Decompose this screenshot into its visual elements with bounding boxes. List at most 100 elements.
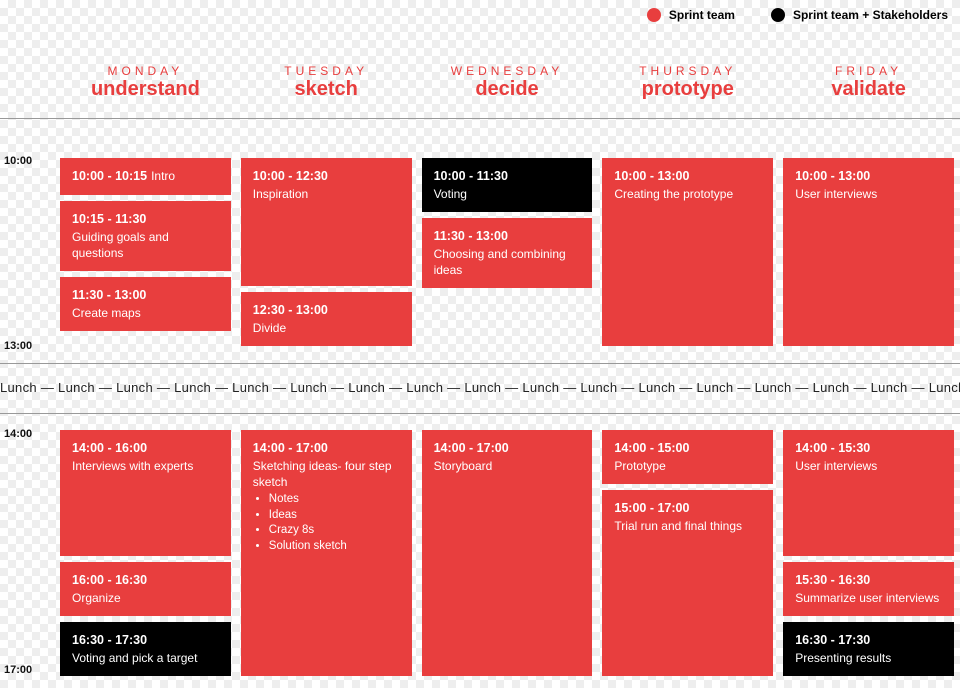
lunch-row: Lunch — Lunch — Lunch — Lunch — Lunch — … <box>0 380 960 395</box>
col-wednesday-morning: 10:00 - 11:30 Voting 11:30 - 13:00 Choosing… <box>422 158 593 346</box>
legend-sprint-team: Sprint team <box>647 8 735 22</box>
card-title: Voting and pick a target <box>72 650 219 666</box>
card-time: 15:30 - 16:30 <box>795 573 870 587</box>
divider <box>0 363 960 364</box>
divider <box>0 413 960 414</box>
day-header-monday: MONDAY understand <box>60 64 231 101</box>
card-time: 12:30 - 13:00 <box>253 303 328 317</box>
legend-sprint-team-stakeholders: Sprint team + Stakeholders <box>771 8 948 22</box>
card-title: Choosing and combining ideas <box>434 246 581 278</box>
col-friday-morning: 10:00 - 13:00 User interviews <box>783 158 954 346</box>
schedule-card: 16:30 - 17:30 Presenting results <box>783 622 954 676</box>
schedule-card: 14:00 - 15:30 User interviews <box>783 430 954 556</box>
divider <box>0 118 960 119</box>
day-header-thursday: THURSDAY prototype <box>602 64 773 101</box>
card-time: 14:00 - 17:00 <box>253 441 328 455</box>
schedule-card: 12:30 - 13:00 Divide <box>241 292 412 346</box>
schedule-card: 10:00 - 12:30Inspiration <box>241 158 412 286</box>
legend-dot-black-icon <box>771 8 785 22</box>
card-time: 10:00 - 11:30 <box>434 169 508 183</box>
schedule-card: 11:30 - 13:00 Create maps <box>60 277 231 331</box>
schedule-card: 10:00 - 11:30 Voting <box>422 158 593 212</box>
card-time: 10:00 - 13:00 <box>795 169 870 183</box>
time-label-13: 13:00 <box>4 340 32 352</box>
schedule-card: 15:00 - 17:00 Trial run and final things <box>602 490 773 676</box>
time-label-10: 10:00 <box>4 155 32 167</box>
schedule-card: 11:30 - 13:00 Choosing and combining idea… <box>422 218 593 288</box>
day-label: THURSDAY <box>602 64 773 78</box>
card-title: Storyboard <box>434 458 581 474</box>
day-label: MONDAY <box>60 64 231 78</box>
card-title: Trial run and final things <box>614 518 761 534</box>
schedule-card: 14:00 - 17:00 Storyboard <box>422 430 593 676</box>
afternoon-grid: 14:00 - 16:00 Interviews with experts 16:0… <box>60 430 954 676</box>
col-monday-morning: 10:00 - 10:15 Intro 10:15 - 11:30 Guiding g… <box>60 158 231 346</box>
card-title: Interviews with experts <box>72 458 219 474</box>
card-title: Inspiration <box>253 186 400 202</box>
schedule-card: 10:15 - 11:30 Guiding goals and questions <box>60 201 231 271</box>
card-time: 16:00 - 16:30 <box>72 573 147 587</box>
card-time: 14:00 - 17:00 <box>434 441 509 455</box>
day-header-wednesday: WEDNESDAY decide <box>422 64 593 101</box>
card-title: Guiding goals and questions <box>72 229 219 261</box>
day-theme: decide <box>422 78 593 101</box>
day-label: TUESDAY <box>241 64 412 78</box>
card-time: 10:00 - 10:15 <box>72 169 147 183</box>
card-title: Prototype <box>614 458 761 474</box>
time-label-14: 14:00 <box>4 428 32 440</box>
col-tuesday-morning: 10:00 - 12:30Inspiration 12:30 - 13:00 Div… <box>241 158 412 346</box>
card-time: 14:00 - 16:00 <box>72 441 147 455</box>
card-bullets: NotesIdeasCrazy 8sSolution sketch <box>269 492 400 554</box>
card-title: Organize <box>72 590 219 606</box>
card-time: 16:30 - 17:30 <box>795 633 870 647</box>
col-friday-afternoon: 14:00 - 15:30 User interviews 15:30 - 16:3… <box>783 430 954 676</box>
schedule-card: 14:00 - 17:00 Sketching ideas- four step … <box>241 430 412 676</box>
card-title: User interviews <box>795 186 942 202</box>
col-thursday-morning: 10:00 - 13:00 Creating the prototype <box>602 158 773 346</box>
col-wednesday-afternoon: 14:00 - 17:00 Storyboard <box>422 430 593 676</box>
card-title: Voting <box>434 186 581 202</box>
schedule-card: 16:30 - 17:30 Voting and pick a target <box>60 622 231 676</box>
day-theme: sketch <box>241 78 412 101</box>
card-time: 11:30 - 13:00 <box>434 229 508 243</box>
morning-grid: 10:00 - 10:15 Intro 10:15 - 11:30 Guiding g… <box>60 158 954 346</box>
day-label: WEDNESDAY <box>422 64 593 78</box>
card-title: Create maps <box>72 305 219 321</box>
card-time: 10:00 - 13:00 <box>614 169 689 183</box>
day-theme: prototype <box>602 78 773 101</box>
col-thursday-afternoon: 14:00 - 15:00 Prototype 15:00 - 17:00 Trial… <box>602 430 773 676</box>
schedule-card: 14:00 - 15:00 Prototype <box>602 430 773 484</box>
schedule-card: 16:00 - 16:30 Organize <box>60 562 231 616</box>
card-bullet: Crazy 8s <box>269 523 400 539</box>
legend-sprint-team-stakeholders-label: Sprint team + Stakeholders <box>793 8 948 22</box>
card-bullet: Ideas <box>269 508 400 524</box>
card-time: 16:30 - 17:30 <box>72 633 147 647</box>
legend: Sprint team Sprint team + Stakeholders <box>647 8 948 22</box>
legend-sprint-team-label: Sprint team <box>669 8 735 22</box>
card-title: Creating the prototype <box>614 186 761 202</box>
card-title: Intro <box>151 169 175 183</box>
day-theme: validate <box>783 78 954 101</box>
day-header-tuesday: TUESDAY sketch <box>241 64 412 101</box>
day-theme: understand <box>60 78 231 101</box>
card-title: Divide <box>253 320 400 336</box>
day-label: FRIDAY <box>783 64 954 78</box>
schedule-card: 15:30 - 16:30 Summarize user interviews <box>783 562 954 616</box>
day-header-friday: FRIDAY validate <box>783 64 954 101</box>
card-time: 14:00 - 15:00 <box>614 441 689 455</box>
card-bullet: Notes <box>269 492 400 508</box>
card-title: User interviews <box>795 458 942 474</box>
day-headers: MONDAY understand TUESDAY sketch WEDNESD… <box>60 64 954 101</box>
card-title: Summarize user interviews <box>795 590 942 606</box>
schedule-card: 10:00 - 13:00 Creating the prototype <box>602 158 773 346</box>
card-title: Presenting results <box>795 650 942 666</box>
card-bullet: Solution sketch <box>269 539 400 555</box>
card-time: 11:30 - 13:00 <box>72 288 146 302</box>
card-time: 14:00 - 15:30 <box>795 441 870 455</box>
card-time: 10:15 - 11:30 <box>72 212 146 226</box>
schedule-card: 10:00 - 10:15 Intro <box>60 158 231 195</box>
card-time: 15:00 - 17:00 <box>614 501 689 515</box>
col-tuesday-afternoon: 14:00 - 17:00 Sketching ideas- four step … <box>241 430 412 676</box>
time-label-17: 17:00 <box>4 664 32 676</box>
card-title: Sketching ideas- four step sketch <box>253 458 400 490</box>
